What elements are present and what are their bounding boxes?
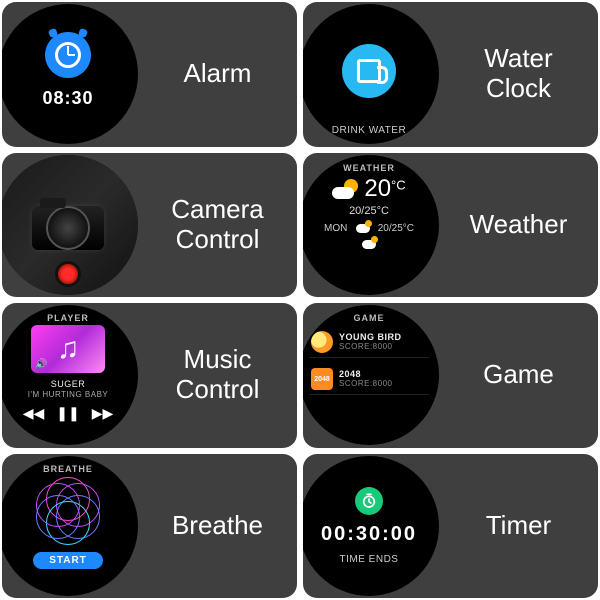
breathe-flower-icon [33,476,103,546]
album-art: ♫ 🔊 [31,325,105,373]
tile-label: Game [439,360,598,390]
track-subtitle: I'M HURTING BABY [28,390,109,399]
tile-game[interactable]: GAME YOUNG BIRD SCORE:8000 2048 2048 SCO… [303,303,598,448]
next-button[interactable]: ▶▶ [92,405,114,422]
tile-music-control[interactable]: PLAYER ♫ 🔊 SUGER I'M HURTING BABY ◀◀ ❚❚ … [2,303,297,448]
weather-range: 20/25°C [349,205,389,217]
game-header: GAME [303,313,439,323]
watchface-camera: SHUTTER [2,155,138,295]
alarm-clock-icon [45,32,91,78]
watchface-water: DRINK WATER [303,4,439,144]
partly-cloudy-icon [332,179,358,199]
tile-alarm[interactable]: 08:30 Alarm [2,2,297,147]
game-score: SCORE:8000 [339,343,402,352]
bird-icon [311,331,333,353]
weather-temp: 20 [364,175,391,202]
feature-grid: 08:30 Alarm DRINK WATER Water Clock SHUT… [0,0,600,600]
water-caption: DRINK WATER [303,125,439,136]
partly-cloudy-icon [356,224,370,233]
tile-label: Alarm [138,59,297,89]
tile-water-clock[interactable]: DRINK WATER Water Clock [303,2,598,147]
music-note-icon: ♫ [57,334,80,364]
tile-camera-control[interactable]: SHUTTER Camera Control [2,153,297,298]
mug-icon [342,44,396,98]
timer-icon [355,487,383,515]
weather-unit: °C [391,177,406,192]
start-button[interactable]: START [33,552,103,569]
watchface-music: PLAYER ♫ 🔊 SUGER I'M HURTING BABY ◀◀ ❚❚ … [2,305,138,445]
game-item[interactable]: 2048 2048 SCORE:8000 [309,364,429,395]
timer-scene: 00:30:00 TIME ENDS [303,456,439,596]
weather-scene: 20°C 20/25°C MON 20/25°C [303,155,439,295]
tile-label: Water Clock [439,44,598,104]
partly-cloudy-icon [362,240,376,249]
tile-label: Breathe [138,511,297,541]
watchface-game: GAME YOUNG BIRD SCORE:8000 2048 2048 SCO… [303,305,439,445]
2048-icon: 2048 [311,368,333,390]
pause-button[interactable]: ❚❚ [56,405,79,422]
tile-label: Music Control [138,345,297,405]
track-title: SUGER [51,379,86,389]
watchface-weather: WEATHER 20°C 20/25°C MON 20/25°C [303,155,439,295]
forecast-range: 20/25°C [378,223,414,234]
alarm-time: 08:30 [42,88,93,109]
forecast-row [324,240,414,249]
weather-header: WEATHER [303,163,439,173]
watchface-timer: 00:30:00 TIME ENDS [303,456,439,596]
game-score: SCORE:8000 [339,380,392,389]
prev-button[interactable]: ◀◀ [23,405,45,422]
forecast-row: MON 20/25°C [324,223,414,234]
watchface-alarm: 08:30 [2,4,138,144]
tile-timer[interactable]: 00:30:00 TIME ENDS Timer [303,454,598,599]
game-list: YOUNG BIRD SCORE:8000 2048 2048 SCORE:80… [303,305,439,445]
tile-label: Camera Control [138,195,297,255]
breathe-scene: START [2,456,138,596]
tile-weather[interactable]: WEATHER 20°C 20/25°C MON 20/25°C [303,153,598,298]
timer-caption: TIME ENDS [340,554,399,565]
music-scene: ♫ 🔊 SUGER I'M HURTING BABY ◀◀ ❚❚ ▶▶ [2,305,138,445]
breathe-header: BREATHE [2,464,138,474]
tile-label: Timer [439,511,598,541]
volume-icon: 🔊 [35,359,47,370]
music-header: PLAYER [2,313,138,323]
camera-scene [2,155,138,295]
shutter-button[interactable] [55,261,81,287]
forecast-day: MON [324,223,347,234]
watchface-breathe: BREATHE START [2,456,138,596]
camera-icon [32,206,104,250]
tile-label: Weather [439,210,598,240]
game-item[interactable]: YOUNG BIRD SCORE:8000 [309,327,429,358]
tile-breathe[interactable]: BREATHE START Breathe [2,454,297,599]
timer-time: 00:30:00 [321,523,417,546]
